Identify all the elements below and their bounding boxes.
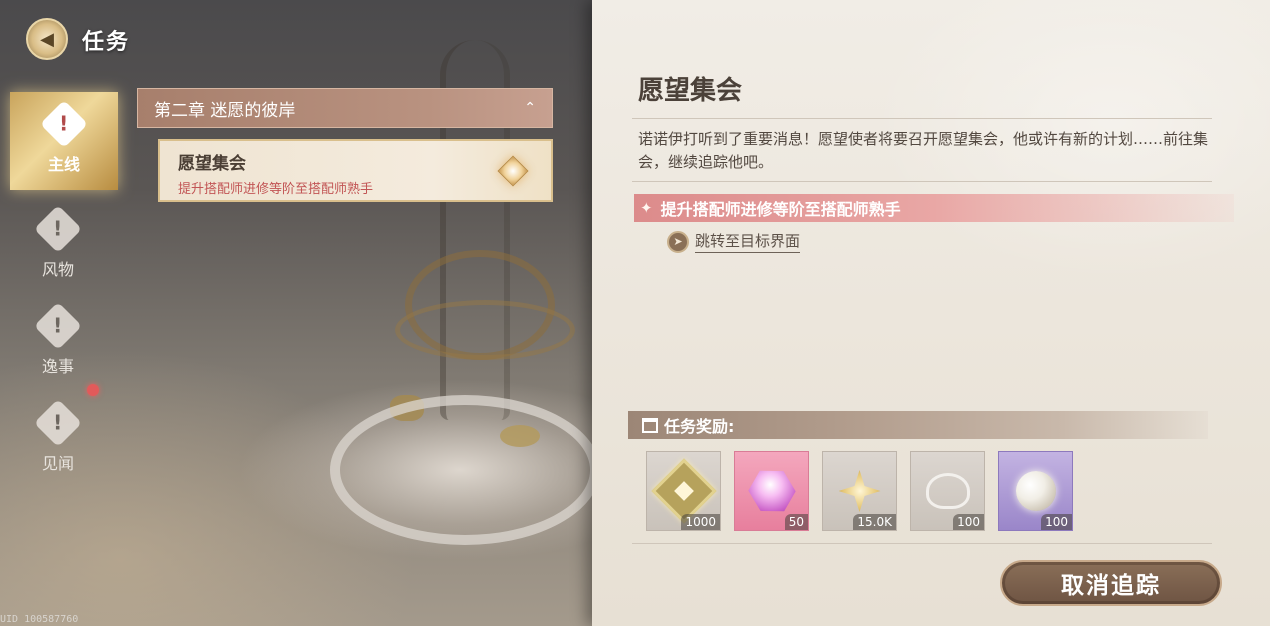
sidebar-item-main[interactable]: ! 主线	[10, 92, 118, 190]
jump-link-label: 跳转至目标界面	[695, 230, 801, 253]
uid-label: UID 100587760	[0, 614, 79, 625]
reward-qty: 1000	[681, 514, 720, 530]
arrow-right-icon: ➤	[667, 230, 689, 253]
alert-diamond-icon: !	[33, 301, 83, 351]
sidebar-item-label: 风物	[41, 260, 74, 279]
quest-list-item[interactable]: 愿望集会 提升搭配师进修等阶至搭配师熟手	[158, 139, 553, 202]
pearl-icon	[1015, 471, 1056, 511]
quest-objective: ✦ 提升搭配师进修等阶至搭配师熟手	[634, 194, 1234, 222]
sidebar-item-label: 见闻	[41, 454, 74, 473]
sidebar-item-anecdote[interactable]: ! 逸事	[12, 297, 104, 389]
divider	[632, 543, 1212, 544]
reward-qty: 15.0K	[853, 514, 896, 530]
sparkle-icon: ✦	[640, 199, 653, 217]
alert-diamond-icon: !	[39, 99, 89, 149]
tracking-emblem-icon	[489, 147, 537, 195]
gift-icon	[642, 417, 658, 433]
crystal-icon	[740, 460, 803, 523]
sidebar-item-label: 逸事	[41, 357, 74, 376]
alert-diamond-icon: !	[33, 398, 83, 448]
ribbon-icon	[925, 473, 970, 509]
scene-pedestal	[330, 395, 600, 545]
chevron-up-icon: ⌃	[524, 100, 536, 116]
reward-item[interactable]: 100	[998, 451, 1073, 531]
reward-item[interactable]: 100	[910, 451, 985, 531]
quest-detail-title: 愿望集会	[638, 76, 743, 106]
reward-item[interactable]: 50	[734, 451, 809, 531]
back-button[interactable]: ◀	[26, 18, 68, 60]
sidebar-item-insight[interactable]: ! 见闻	[12, 394, 104, 486]
reward-item[interactable]: 15.0K	[822, 451, 897, 531]
scene-ring-lower	[395, 300, 575, 360]
reward-qty: 100	[953, 514, 984, 530]
rewards-header: 任务奖励:	[628, 411, 1208, 439]
page-title: 任务	[82, 30, 131, 55]
chapter-title: 第二章 迷愿的彼岸	[154, 100, 296, 121]
sidebar-item-scenery[interactable]: ! 风物	[12, 200, 104, 292]
reward-item[interactable]: 1000	[646, 451, 721, 531]
back-arrow-icon: ◀	[40, 28, 54, 50]
reward-qty: 50	[784, 514, 808, 530]
jump-to-target-link[interactable]: ➤ 跳转至目标界面	[667, 230, 801, 253]
chapter-header[interactable]: 第二章 迷愿的彼岸 ⌃	[137, 88, 553, 128]
quest-item-title: 愿望集会	[178, 154, 246, 174]
divider	[632, 181, 1212, 182]
sidebar-item-label: 主线	[47, 155, 80, 174]
divider	[632, 118, 1212, 119]
star-gem-icon	[838, 470, 881, 512]
rewards-list: 1000 50 15.0K 100 100	[646, 451, 1073, 531]
objective-text: 提升搭配师进修等阶至搭配师熟手	[660, 200, 901, 219]
quest-description: 诺诺伊打听到了重要消息！愿望使者将要召开愿望集会，他或许有新的计划……前往集会，…	[638, 130, 1209, 171]
reward-qty: 100	[1041, 514, 1072, 530]
quest-detail-panel: 愿望集会 诺诺伊打听到了重要消息！愿望使者将要召开愿望集会，他或许有新的计划………	[592, 0, 1270, 626]
alert-diamond-icon: !	[33, 204, 83, 254]
rewards-label: 任务奖励:	[664, 417, 735, 436]
cancel-tracking-button[interactable]: 取消追踪	[1000, 560, 1222, 606]
quest-item-subtitle: 提升搭配师进修等阶至搭配师熟手	[178, 182, 374, 197]
